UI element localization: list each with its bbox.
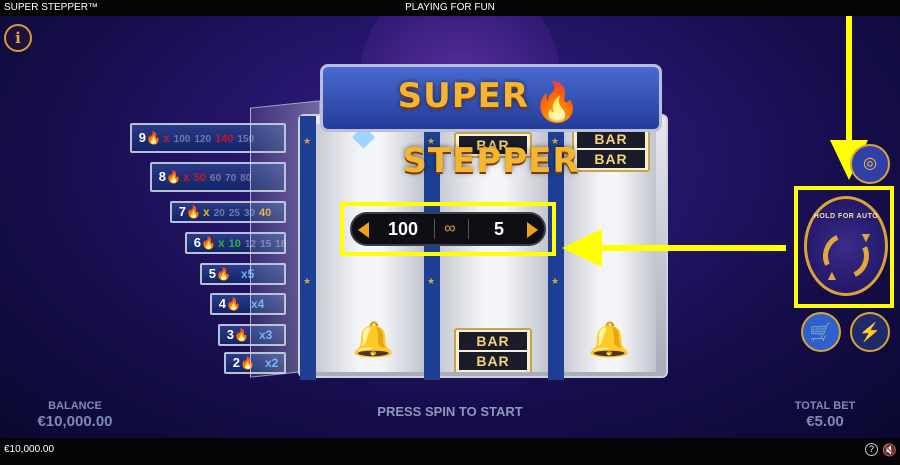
spin-prompt: PRESS SPIN TO START [377, 404, 523, 419]
annotation-arrow-horizontal [598, 245, 786, 251]
symbol-count: 8 [158, 169, 166, 184]
annotation-arrow-head-left [562, 229, 602, 267]
coins-icon[interactable]: ◎ [850, 144, 890, 184]
info-icon[interactable]: i [4, 24, 32, 52]
multiplier: x [217, 236, 225, 250]
symbol-count: 3 [226, 327, 234, 342]
cart-icon[interactable]: 🛒 [801, 312, 841, 352]
footer-balance: €10,000.00 [4, 444, 55, 455]
reel-frame-left: ★ ★ [300, 116, 316, 380]
multiplier: x [202, 205, 210, 219]
flame-icon: 🔥 [166, 170, 181, 184]
bet-coin-value: 5 [493, 219, 504, 239]
bar-symbol: BAR BAR [572, 126, 650, 172]
payout-value: 50 [193, 172, 206, 184]
payout-value: 100 [173, 134, 191, 145]
flame-icon: 🔥 [216, 267, 231, 281]
symbol-count: 4 [218, 296, 226, 311]
symbol-count: 7 [178, 204, 186, 219]
bell-symbol: 🔔 [588, 321, 631, 359]
hold-for-auto-label: HOLD FOR AUTO [813, 213, 879, 220]
symbol-count: 5 [208, 266, 216, 281]
total-bet-label: TOTAL BET [794, 400, 856, 412]
payout-value: 70 [225, 173, 237, 184]
symbol-count: 2 [232, 355, 240, 370]
lightning-icon[interactable]: ⚡ [850, 312, 890, 352]
flame-icon: 🔥 [234, 328, 249, 342]
decrease-bet-icon[interactable] [358, 222, 369, 238]
bet-selector: 100 ∞ 5 [350, 212, 546, 246]
total-bet-value: €5.00 [806, 413, 844, 430]
balance-label: BALANCE [48, 400, 102, 412]
spin-button[interactable]: HOLD FOR AUTO ▼ ▲ [804, 196, 888, 296]
bell-symbol: 🔔 [352, 321, 395, 359]
spin-button-highlight: HOLD FOR AUTO ▼ ▲ [794, 186, 894, 308]
bet-lines-value: 100 [387, 219, 419, 239]
increase-bet-icon[interactable] [527, 222, 538, 238]
bar-symbol: BAR BAR [454, 328, 532, 372]
payout-value: 140 [215, 133, 234, 145]
symbol-count: 9 [138, 130, 146, 145]
annotation-arrow-vertical [846, 16, 852, 144]
flame-icon: 🔥 [226, 297, 241, 311]
payout-value: 60 [209, 173, 222, 184]
footer-bar: €10,000.00 ? 🔇 [0, 438, 900, 465]
game-logo: SUPER 🔥STEPPER [320, 64, 662, 181]
flame-icon: 🔥 [201, 236, 216, 250]
payout-value: 25 [228, 208, 240, 219]
multiplier: x [182, 170, 190, 184]
balance-value: €10,000.00 [37, 413, 113, 430]
play-mode-label: PLAYING FOR FUN [405, 2, 495, 13]
payout-value: 120 [194, 134, 212, 145]
payout-value: 10 [228, 238, 241, 250]
top-bar: SUPER STEPPER™ PLAYING FOR FUN [0, 0, 900, 16]
payout-value: 20 [213, 208, 225, 219]
infinity-icon: ∞ [444, 220, 456, 237]
game-stage: i 9🔥x1001201401508🔥x506070807🔥x202530406… [0, 16, 900, 438]
sound-muted-icon[interactable]: 🔇 [882, 438, 897, 462]
flame-icon: 🔥 [533, 81, 581, 124]
flame-icon: 🔥 [146, 131, 161, 145]
multiplier: x [162, 131, 170, 145]
flame-icon: 🔥 [186, 205, 201, 219]
help-icon[interactable]: ? [865, 443, 878, 456]
bet-selector-highlight: 100 ∞ 5 [340, 202, 556, 256]
symbol-count: 6 [193, 235, 201, 250]
